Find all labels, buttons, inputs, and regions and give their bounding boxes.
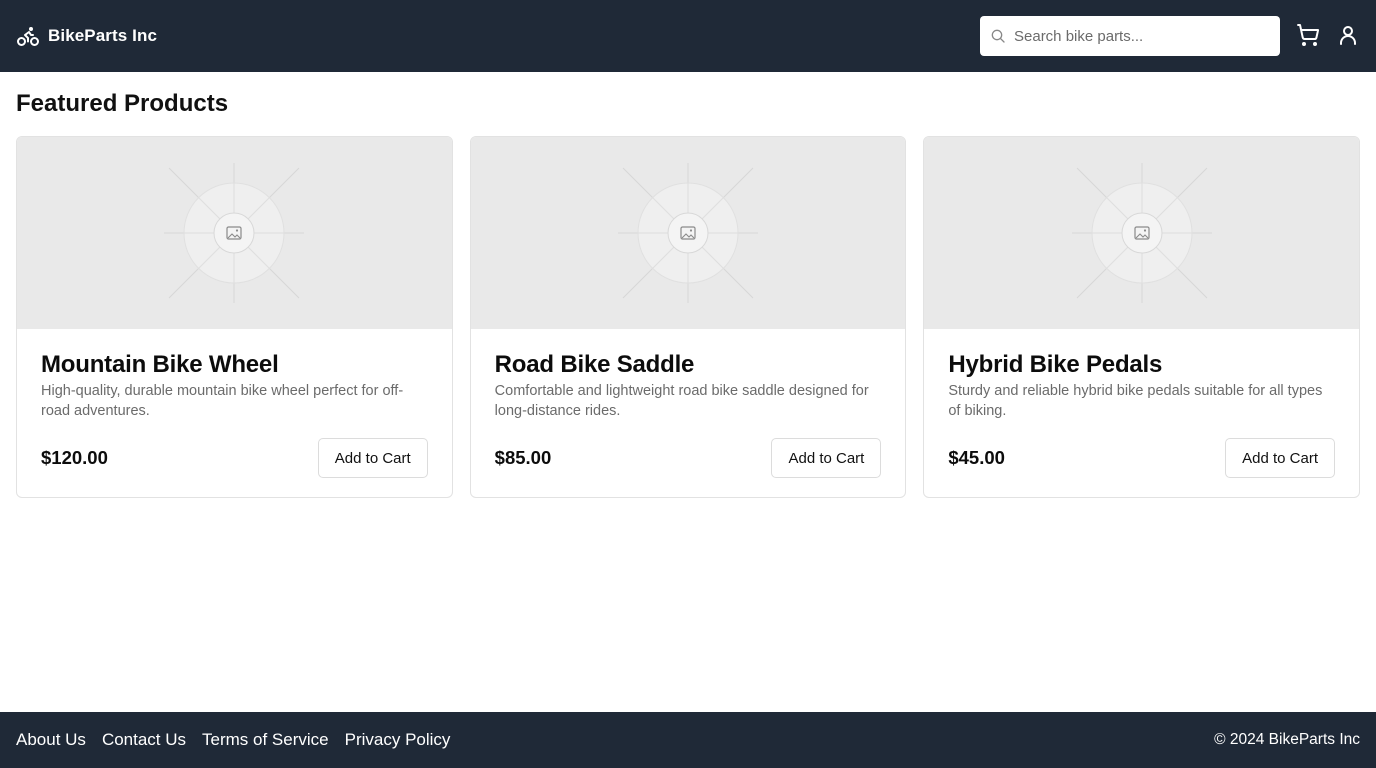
product-name: Hybrid Bike Pedals (948, 351, 1163, 378)
product-description: High-quality, durable mountain bike whee… (41, 383, 404, 419)
add-to-cart-button[interactable]: Add to Cart (317, 438, 428, 478)
user-icon (1336, 23, 1360, 50)
product-price: $120.00 (41, 447, 108, 468)
bicycle-icon (16, 24, 40, 48)
footer-nav: About Us Contact Us Terms of Service Pri… (16, 730, 450, 750)
cart-button[interactable] (1296, 23, 1320, 50)
product-card-body: Mountain Bike Wheel High-quality, durabl… (17, 329, 452, 478)
product-description: Sturdy and reliable hybrid bike pedals s… (948, 383, 1323, 419)
image-placeholder-icon (1071, 163, 1212, 303)
cart-icon (1296, 23, 1320, 50)
site-header: BikeParts Inc (0, 0, 1376, 72)
search-box[interactable] (980, 16, 1280, 56)
product-card-body: Hybrid Bike Pedals Sturdy and reliable h… (924, 329, 1359, 478)
product-price: $45.00 (948, 447, 1005, 468)
product-card-body: Road Bike Saddle Comfortable and lightwe… (471, 329, 906, 478)
product-card-footer: $85.00 Add to Cart (495, 438, 882, 478)
product-image (470, 137, 906, 329)
product-grid: Mountain Bike Wheel High-quality, durabl… (16, 136, 1361, 498)
search-icon (990, 28, 1006, 44)
add-to-cart-button[interactable]: Add to Cart (771, 438, 882, 478)
product-name: Mountain Bike Wheel (41, 351, 279, 378)
page-title: Featured Products (16, 90, 229, 117)
product-image (17, 137, 452, 329)
product-card-footer: $120.00 Add to Cart (41, 438, 428, 478)
header-actions (980, 16, 1360, 56)
search-input[interactable] (1012, 26, 1270, 46)
image-placeholder-icon (164, 163, 305, 303)
add-to-cart-button[interactable]: Add to Cart (1225, 438, 1336, 478)
image-placeholder-icon (618, 163, 758, 303)
product-name: Road Bike Saddle (494, 351, 695, 378)
footer-link-terms[interactable]: Terms of Service (202, 730, 329, 750)
product-card: Mountain Bike Wheel High-quality, durabl… (16, 136, 453, 498)
product-card: Hybrid Bike Pedals Sturdy and reliable h… (923, 136, 1361, 498)
product-card-footer: $45.00 Add to Cart (948, 438, 1336, 478)
brand[interactable]: BikeParts Inc (16, 24, 157, 48)
footer-link-contact[interactable]: Contact Us (102, 730, 186, 750)
brand-name: BikeParts Inc (48, 26, 158, 45)
copyright-text: © 2024 BikeParts Inc (1214, 731, 1360, 748)
user-button[interactable] (1336, 23, 1360, 50)
footer-link-about[interactable]: About Us (16, 730, 86, 750)
product-price: $85.00 (494, 447, 552, 468)
footer-link-privacy[interactable]: Privacy Policy (345, 730, 451, 750)
site-footer: About Us Contact Us Terms of Service Pri… (0, 712, 1376, 768)
product-card: Road Bike Saddle Comfortable and lightwe… (469, 136, 907, 498)
product-description: Comfortable and lightweight road bike sa… (494, 383, 869, 419)
product-image (924, 137, 1360, 329)
